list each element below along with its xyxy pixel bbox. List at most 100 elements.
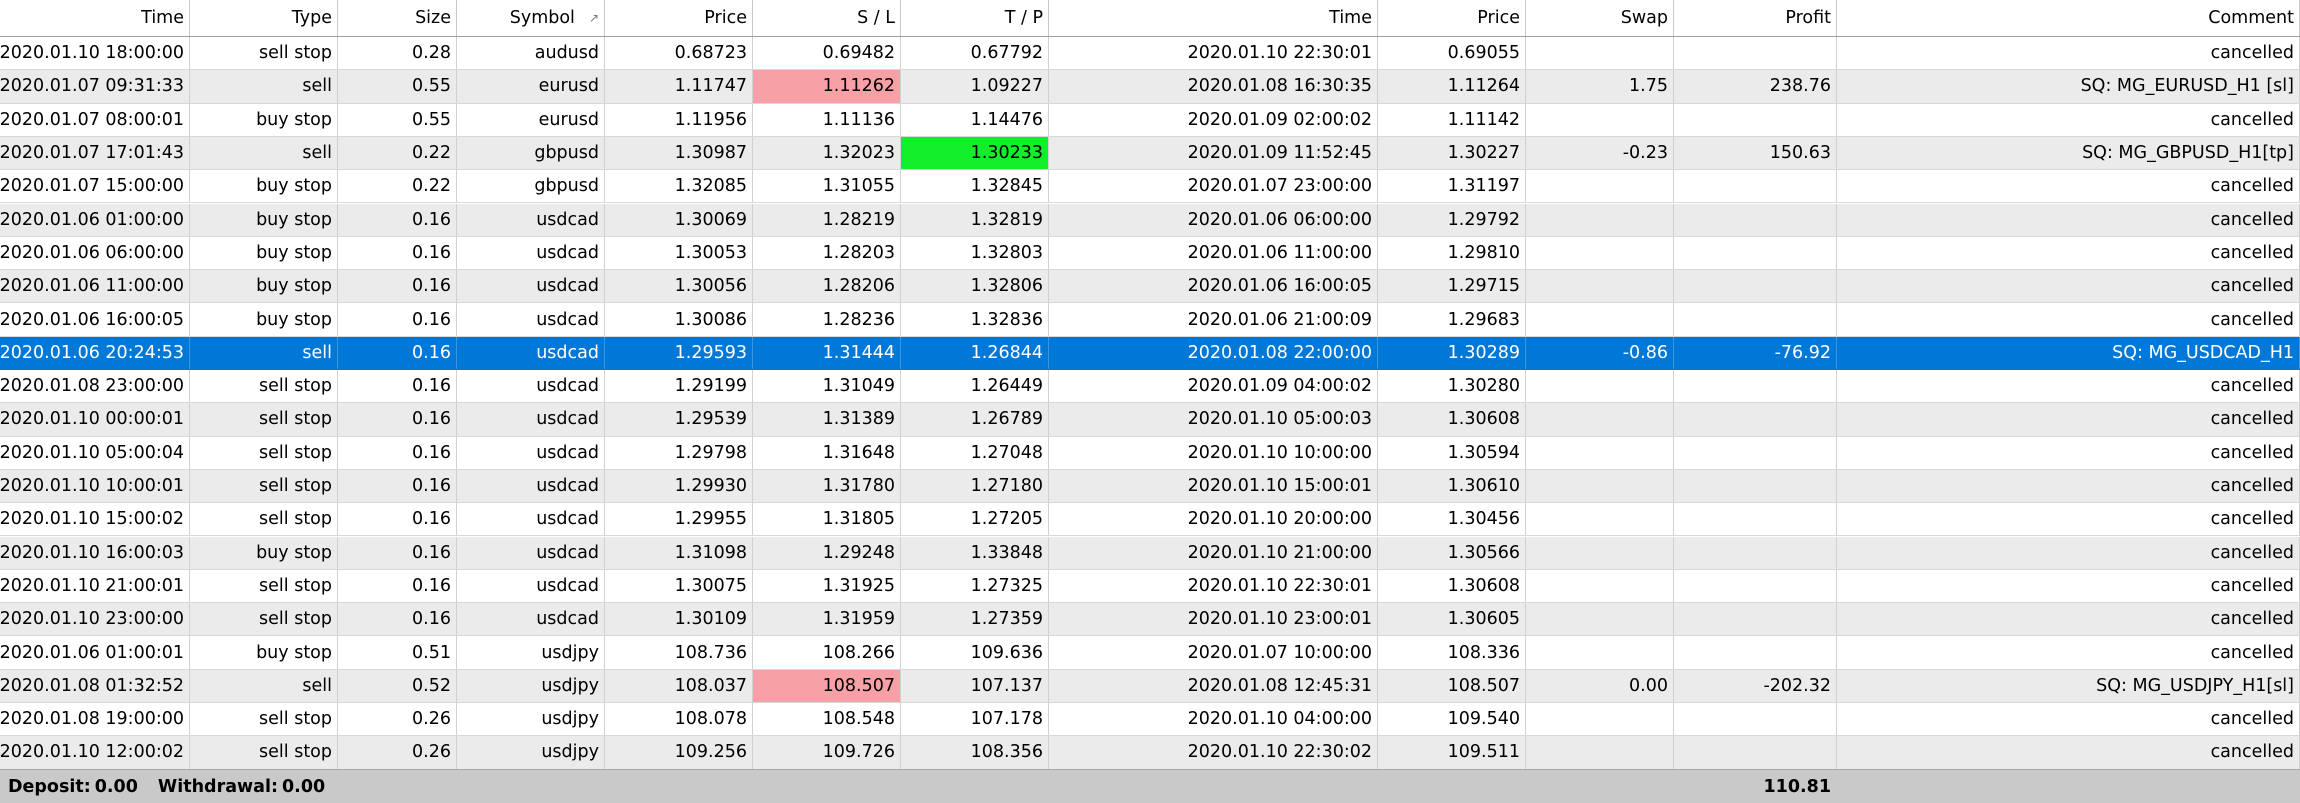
table-row[interactable]: 2020.01.08 19:00:00 sell stop 0.26 usdjpy 10… [0, 703, 2300, 737]
cell-size: 0.22 [338, 170, 457, 203]
column-header-close-price[interactable]: Price [1378, 0, 1526, 36]
table-row[interactable]: 2020.01.06 11:00:00 buy stop 0.16 usdcad 1.3… [0, 270, 2300, 304]
table-row[interactable]: 2020.01.10 00:00:01 sell stop 0.16 usdcad 1.… [0, 403, 2300, 437]
table-row[interactable]: 2020.01.10 12:00:02 sell stop 0.26 usdjpy 10… [0, 736, 2300, 770]
table-row[interactable]: 2020.01.07 17:01:43 sell 0.22 gbpusd 1.30987… [0, 136, 2300, 171]
table-row[interactable]: 2020.01.06 16:00:05 buy stop 0.16 usdcad 1.3… [0, 303, 2300, 337]
cell-close-time: 2020.01.10 10:00:00 [1049, 436, 1378, 469]
total-profit: 110.81 [1763, 776, 1831, 797]
column-header-profit[interactable]: Profit [1674, 0, 1837, 36]
cell-sl: 1.28219 [753, 203, 901, 236]
table-row[interactable]: 2020.01.08 23:00:00 sell stop 0.16 usdcad 1.… [0, 370, 2300, 404]
cell-tp: 1.26449 [901, 370, 1049, 403]
cell-tp: 1.32819 [901, 203, 1049, 236]
cell-open-time: 2020.01.08 19:00:00 [0, 703, 190, 736]
cell-close-time: 2020.01.10 22:30:01 [1049, 37, 1378, 70]
cell-close-price: 109.511 [1378, 736, 1526, 769]
cell-type: sell stop [190, 469, 338, 503]
deposit-label: Deposit: [8, 776, 91, 797]
table-row[interactable]: 2020.01.10 15:00:02 sell stop 0.16 usdcad 1.… [0, 503, 2300, 537]
column-header-open-time[interactable]: Time [0, 0, 190, 36]
cell-close-time: 2020.01.10 22:30:01 [1049, 569, 1378, 603]
table-row[interactable]: 2020.01.10 23:00:00 sell stop 0.16 usdcad 1.… [0, 603, 2300, 637]
table-row[interactable]: 2020.01.06 01:00:01 buy stop 0.51 usdjpy 108… [0, 636, 2300, 670]
cell-sl: 1.31389 [753, 403, 901, 436]
cell-profit [1674, 270, 1837, 303]
column-header-comment[interactable]: Comment [1837, 0, 2300, 36]
cell-close-time: 2020.01.10 22:30:02 [1049, 736, 1378, 769]
table-row-selected[interactable]: 2020.01.06 20:24:53 sell 0.16 usdcad 1.29593… [0, 336, 2300, 370]
cell-comment: cancelled [1837, 536, 2300, 569]
cell-profit [1674, 103, 1837, 136]
table-row[interactable]: 2020.01.10 05:00:04 sell stop 0.16 usdcad 1.… [0, 436, 2300, 470]
cell-comment: cancelled [1837, 636, 2300, 669]
cell-tp: 1.27048 [901, 436, 1049, 469]
column-header-label: Time [141, 8, 184, 28]
cell-tp: 109.636 [901, 636, 1049, 669]
cell-symbol: eurusd [457, 70, 605, 103]
cell-open-price: 1.30069 [605, 203, 753, 236]
column-header-size[interactable]: Size [338, 0, 457, 36]
column-header-open-price[interactable]: Price [605, 0, 753, 36]
table-row[interactable]: 2020.01.06 06:00:00 buy stop 0.16 usdcad 1.3… [0, 236, 2300, 271]
cell-type: sell stop [190, 603, 338, 636]
cell-profit [1674, 403, 1837, 436]
cell-size: 0.28 [338, 37, 457, 70]
column-header-close-time[interactable]: Time [1049, 0, 1378, 36]
cell-close-price: 1.30610 [1378, 469, 1526, 503]
cell-size: 0.16 [338, 403, 457, 436]
cell-close-time: 2020.01.10 05:00:03 [1049, 403, 1378, 436]
column-header-label: Symbol [509, 8, 575, 28]
cell-profit [1674, 469, 1837, 503]
cell-profit: -202.32 [1674, 669, 1837, 702]
cell-close-time: 2020.01.09 04:00:02 [1049, 370, 1378, 403]
column-header-swap[interactable]: Swap [1526, 0, 1674, 36]
table-row[interactable]: 2020.01.10 21:00:01 sell stop 0.16 usdcad 1.… [0, 569, 2300, 604]
cell-profit [1674, 436, 1837, 469]
cell-open-price: 1.29955 [605, 503, 753, 536]
cell-type: sell [190, 336, 338, 369]
column-header-sl[interactable]: S / L [753, 0, 901, 36]
cell-open-price: 1.29539 [605, 403, 753, 436]
column-header-symbol[interactable]: Symbol ↗ [457, 0, 605, 36]
cell-comment: cancelled [1837, 270, 2300, 303]
cell-swap [1526, 736, 1674, 769]
table-row[interactable]: 2020.01.07 08:00:01 buy stop 0.55 eurusd 1.1… [0, 103, 2300, 137]
cell-comment: cancelled [1837, 370, 2300, 403]
cell-open-time: 2020.01.10 10:00:01 [0, 469, 190, 503]
cell-open-time: 2020.01.10 16:00:03 [0, 536, 190, 569]
cell-close-price: 1.30280 [1378, 370, 1526, 403]
table-row[interactable]: 2020.01.07 15:00:00 buy stop 0.22 gbpusd 1.3… [0, 170, 2300, 204]
cell-size: 0.26 [338, 736, 457, 769]
table-row[interactable]: 2020.01.10 10:00:01 sell stop 0.16 usdcad 1.… [0, 469, 2300, 504]
column-header-label: Swap [1620, 8, 1668, 28]
cell-swap [1526, 569, 1674, 603]
table-row[interactable]: 2020.01.10 18:00:00 sell stop 0.28 audusd 0.… [0, 37, 2300, 71]
cell-comment: SQ: MG_USDJPY_H1[sl] [1837, 669, 2300, 702]
cell-swap [1526, 469, 1674, 503]
cell-open-time: 2020.01.10 12:00:02 [0, 736, 190, 769]
column-header-tp[interactable]: T / P [901, 0, 1049, 36]
cell-swap [1526, 103, 1674, 136]
cell-tp: 107.178 [901, 703, 1049, 736]
table-row[interactable]: 2020.01.08 01:32:52 sell 0.52 usdjpy 108.037… [0, 669, 2300, 703]
cell-comment: SQ: MG_EURUSD_H1 [sl] [1837, 70, 2300, 103]
column-header-type[interactable]: Type [190, 0, 338, 36]
cell-comment: cancelled [1837, 569, 2300, 603]
table-row[interactable]: 2020.01.07 09:31:33 sell 0.55 eurusd 1.11747… [0, 70, 2300, 104]
table-row[interactable]: 2020.01.10 16:00:03 buy stop 0.16 usdcad 1.3… [0, 536, 2300, 570]
cell-open-price: 1.30987 [605, 136, 753, 170]
cell-open-price: 1.30086 [605, 303, 753, 336]
cell-open-time: 2020.01.06 01:00:00 [0, 203, 190, 236]
cell-size: 0.16 [338, 336, 457, 369]
cell-size: 0.16 [338, 569, 457, 603]
deposit-value: 0.00 [94, 776, 138, 797]
cell-close-price: 0.69055 [1378, 37, 1526, 70]
cell-symbol: audusd [457, 37, 605, 70]
cell-comment: cancelled [1837, 703, 2300, 736]
column-header-label: Profit [1785, 8, 1831, 28]
cell-type: sell [190, 136, 338, 170]
cell-tp: 108.356 [901, 736, 1049, 769]
cell-close-price: 1.30227 [1378, 136, 1526, 170]
table-row[interactable]: 2020.01.06 01:00:00 buy stop 0.16 usdcad 1.3… [0, 203, 2300, 237]
